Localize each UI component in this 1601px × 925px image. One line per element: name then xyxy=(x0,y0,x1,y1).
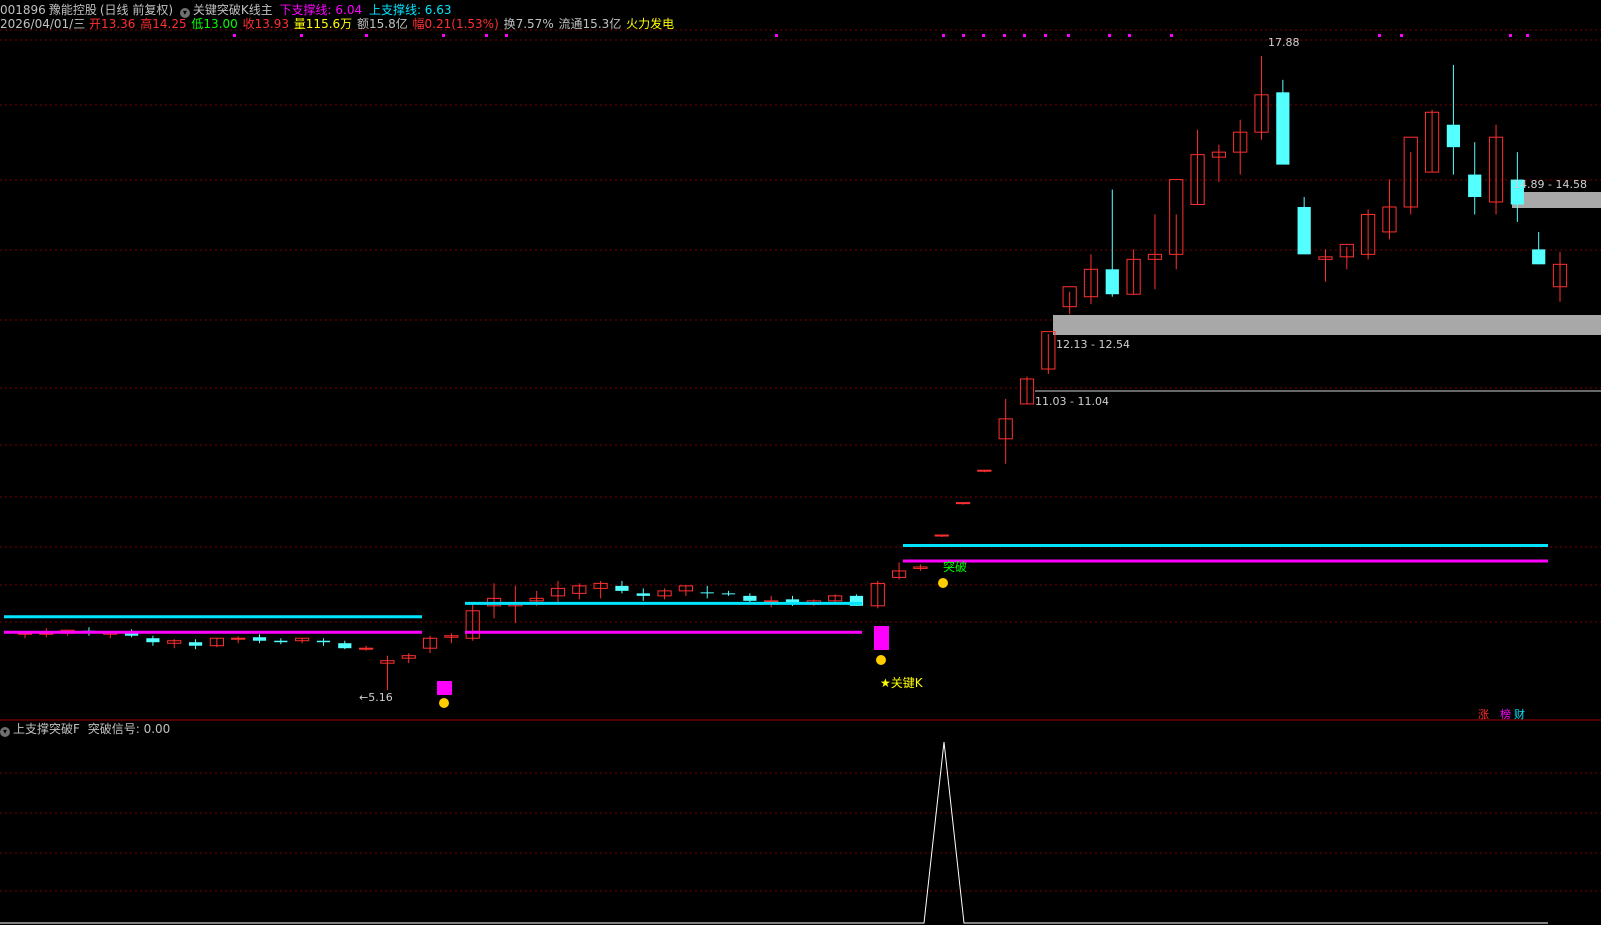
indicator-name[interactable]: 关键突破K线主 xyxy=(193,3,273,17)
candle-body-down xyxy=(1276,92,1290,165)
signal-dot xyxy=(442,34,445,37)
signal-dot xyxy=(1067,34,1070,37)
header-line-1: 001896 豫能控股 (日线 前复权) ▾ 关键突破K线主 下支撑线: 6.04 上… xyxy=(0,3,455,18)
close-label: 收13.93 xyxy=(242,17,289,31)
candle-body-up xyxy=(764,600,779,603)
signal-line xyxy=(0,741,1548,924)
candle-body-down xyxy=(615,585,629,591)
candle-body-up xyxy=(231,637,246,640)
signal-dot xyxy=(485,34,488,37)
candle-body-down xyxy=(1446,124,1461,148)
breakout-label: 突破 xyxy=(943,560,968,574)
sub-panel-header: ▾ 上支撑突破F 突破信号: 0.00 xyxy=(0,722,170,737)
signal-dot xyxy=(942,34,945,37)
candle-body-down xyxy=(636,593,650,596)
candle-body-down xyxy=(338,643,352,649)
open-label: 开13.36 xyxy=(89,17,136,31)
signal-dot xyxy=(1170,34,1173,37)
candle-body-down xyxy=(700,592,714,594)
candle-body-down xyxy=(188,642,203,646)
coin-icon xyxy=(876,655,886,665)
candle-body-down xyxy=(1297,206,1311,255)
candle-body-down xyxy=(1532,249,1546,265)
signal-dot xyxy=(365,34,368,37)
turnover-label: 换7.57% xyxy=(503,17,554,31)
zone-mid-label: 12.13 - 12.54 xyxy=(1056,338,1130,351)
signal-dot xyxy=(1023,34,1026,37)
signal-dot xyxy=(1378,34,1381,37)
candle-body-down xyxy=(252,637,267,641)
low-price-label: ←5.16 xyxy=(359,691,393,704)
signal-dot xyxy=(1044,34,1047,37)
sub-indicator-name[interactable]: 上支撑突破F xyxy=(13,722,80,736)
signal-dot xyxy=(233,34,236,37)
high-price-label: 17.88 xyxy=(1268,36,1300,49)
concept-label[interactable]: 火力发电 xyxy=(626,17,674,31)
signal-dot xyxy=(1400,34,1403,37)
candle-body-down xyxy=(721,593,736,595)
candle-body-down xyxy=(1105,269,1119,295)
corner-badge-rank[interactable]: 榜 xyxy=(1500,706,1511,722)
zone-top-label: 14.89 - 14.58 xyxy=(1513,178,1587,191)
signal-dot xyxy=(505,34,508,37)
date-label: 2026/04/01/三 xyxy=(0,17,86,31)
signal-dot xyxy=(1128,34,1131,37)
zone-low-label: 11.03 - 11.04 xyxy=(1035,395,1109,408)
signal-dot xyxy=(1108,34,1111,37)
coin-icon xyxy=(938,578,948,588)
signal-dot xyxy=(1526,34,1529,37)
signal-dot xyxy=(1003,34,1006,37)
signal-dot xyxy=(982,34,985,37)
resistance-zone-top xyxy=(1512,192,1601,208)
candle-body-up xyxy=(934,534,949,537)
key-k-label: ★关键K xyxy=(880,676,923,690)
signal-dot xyxy=(775,34,778,37)
sub-signal-value: 突破信号: 0.00 xyxy=(87,722,171,736)
sub-indicator-toggle-icon[interactable]: ▾ xyxy=(0,727,10,737)
key-k-marker-2 xyxy=(874,626,889,650)
volume-label: 量115.6万 xyxy=(293,17,353,31)
header-line-2: 2026/04/01/三 开13.36 高14.25 低13.00 收13.93… xyxy=(0,17,677,31)
kline-chart[interactable] xyxy=(0,0,1601,925)
stock-code: 001896 xyxy=(0,3,46,17)
candle-body-down xyxy=(743,595,757,601)
float-label: 流通15.3亿 xyxy=(558,17,622,31)
high-label: 高14.25 xyxy=(140,17,187,31)
signal-dot xyxy=(300,34,303,37)
period-label[interactable]: (日线 前复权) xyxy=(100,3,173,17)
signal-dot xyxy=(962,34,965,37)
low-label: 低13.00 xyxy=(191,17,238,31)
candle-body-down xyxy=(316,640,331,643)
candle-body-up xyxy=(955,502,971,505)
key-k-marker-1 xyxy=(437,681,452,695)
change-label: 幅0.21(1.53%) xyxy=(412,17,499,31)
signal-dot xyxy=(1509,34,1512,37)
stock-name: 豫能控股 xyxy=(48,3,97,17)
amount-label: 额15.8亿 xyxy=(356,17,408,31)
candle-body-down xyxy=(274,640,288,643)
corner-badge-finance[interactable]: 财 xyxy=(1514,706,1525,722)
resistance-zone-mid xyxy=(1053,315,1601,335)
upper-support-label: 上支撑线: 6.63 xyxy=(368,3,452,17)
candle-body-up xyxy=(359,647,374,650)
candle-body-down xyxy=(146,638,160,643)
candle-body-down xyxy=(1468,174,1482,198)
candle-body-up xyxy=(977,469,992,472)
coin-icon xyxy=(439,698,449,708)
lower-support-label: 下支撑线: 6.04 xyxy=(279,3,363,17)
corner-badge-rise[interactable]: 涨 xyxy=(1478,706,1489,722)
